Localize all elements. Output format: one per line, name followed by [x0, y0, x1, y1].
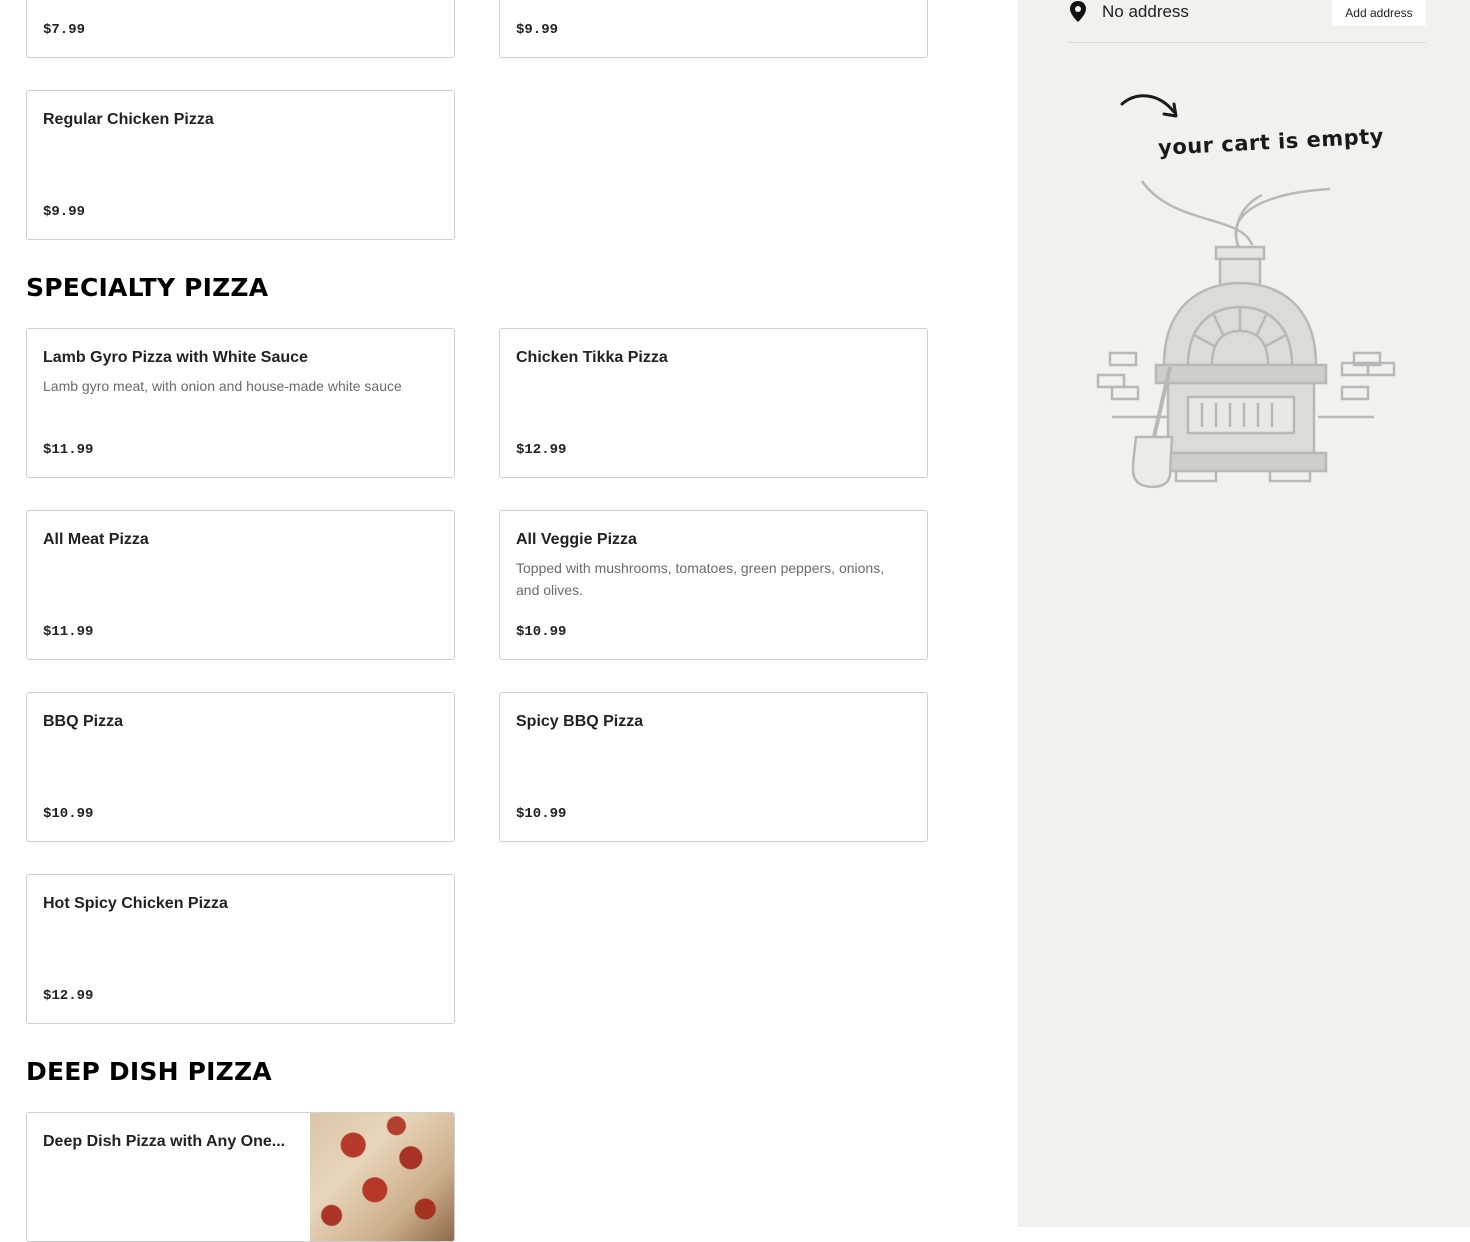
menu-item-card[interactable]: Hot Spicy Chicken Pizza $12.99 — [26, 874, 455, 1024]
address-row: No address Add address — [1068, 0, 1426, 43]
menu-item-card[interactable]: $7.99 — [26, 0, 455, 58]
item-name: All Veggie Pizza — [516, 531, 637, 548]
item-name: Spicy BBQ Pizza — [516, 713, 644, 730]
menu-item-card[interactable]: All Meat Pizza $11.99 — [26, 510, 455, 660]
item-description: Topped with mushrooms, tomatoes, green p… — [516, 560, 885, 598]
item-price: $7.99 — [43, 22, 86, 38]
item-price: $10.99 — [516, 624, 567, 640]
item-name: Hot Spicy Chicken Pizza — [43, 895, 228, 912]
add-address-button[interactable]: Add address — [1332, 0, 1426, 26]
menu-item-card[interactable]: Chicken Tikka Pizza $12.99 — [499, 328, 928, 478]
pizza-oven-illustration — [1092, 175, 1402, 500]
empty-cart-message: your cart is empty — [1157, 124, 1385, 160]
location-pin-icon — [1068, 0, 1088, 29]
item-price: $10.99 — [516, 806, 567, 822]
section-title-specialty: SPECIALTY PIZZA — [26, 273, 269, 302]
menu-item-card[interactable]: Lamb Gyro Pizza with White Sauce Lamb gy… — [26, 328, 455, 478]
menu-main: $7.99 $9.99 Regular Chicken Pizza $9.99 … — [0, 0, 1018, 1242]
item-price: $9.99 — [516, 22, 559, 38]
item-name: Lamb Gyro Pizza with White Sauce — [43, 349, 308, 366]
item-name: All Meat Pizza — [43, 531, 149, 548]
pizza-photo — [310, 1113, 454, 1241]
menu-item-card[interactable]: BBQ Pizza $10.99 — [26, 692, 455, 842]
item-price: $12.99 — [516, 442, 567, 458]
menu-item-card[interactable]: All Veggie Pizza Topped with mushrooms, … — [499, 510, 928, 660]
item-name: Regular Chicken Pizza — [43, 111, 214, 128]
item-price: $9.99 — [43, 204, 86, 220]
item-price: $10.99 — [43, 806, 94, 822]
menu-item-card[interactable]: Regular Chicken Pizza $9.99 — [26, 90, 455, 240]
item-price: $12.99 — [43, 988, 94, 1004]
item-name: Deep Dish Pizza with Any One... — [43, 1133, 286, 1150]
hand-drawn-arrow-icon — [1118, 88, 1188, 129]
menu-item-card[interactable]: $9.99 — [499, 0, 928, 58]
item-name: Chicken Tikka Pizza — [516, 349, 668, 366]
item-price: $11.99 — [43, 624, 94, 640]
menu-item-card[interactable]: Spicy BBQ Pizza $10.99 — [499, 692, 928, 842]
cart-sidebar: No address Add address your cart is empt… — [1018, 0, 1470, 1227]
address-text: No address — [1102, 2, 1189, 21]
menu-item-card[interactable]: Deep Dish Pizza with Any One... — [26, 1112, 455, 1242]
item-price: $11.99 — [43, 442, 94, 458]
item-name: BBQ Pizza — [43, 713, 124, 730]
item-description: Lamb gyro meat, with onion and house-mad… — [43, 378, 402, 394]
section-title-deep-dish: DEEP DISH PIZZA — [26, 1057, 272, 1086]
